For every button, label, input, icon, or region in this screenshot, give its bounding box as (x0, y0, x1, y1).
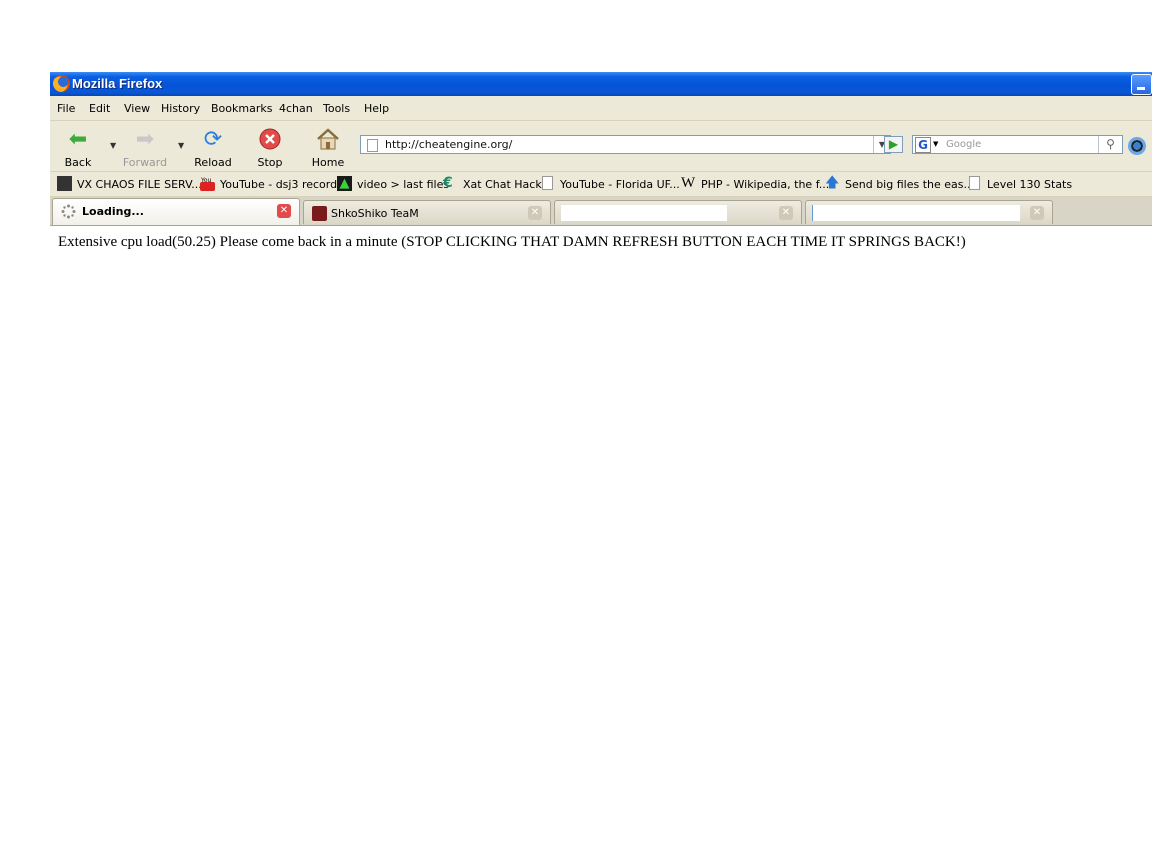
page-content: Extensive cpu load(50.25) Please come ba… (50, 226, 1152, 864)
tab-blank-4[interactable]: ✕ (805, 200, 1053, 224)
title-bar: Mozilla Firefox (50, 72, 1152, 96)
vx-chaos-icon (57, 176, 72, 191)
back-button[interactable]: ⬅ Back (53, 125, 103, 170)
forward-button[interactable]: ➡ Forward (120, 125, 170, 170)
search-input[interactable]: Google (946, 139, 981, 150)
menu-file[interactable]: File (57, 102, 75, 115)
menu-view[interactable]: View (124, 102, 150, 115)
reload-icon: ⟳ (203, 127, 223, 152)
engine-dropdown-icon[interactable]: ▼ (933, 140, 938, 148)
redacted-tab-title (812, 205, 1020, 221)
bookmarks-toolbar: VX CHAOS FILE SERV... You YouTube - dsj3… (50, 172, 1152, 197)
address-bar[interactable]: http://cheatengine.org/ ▼ (360, 135, 891, 154)
wikipedia-icon: W (681, 175, 696, 191)
xat-icon: € (443, 175, 453, 191)
menu-history[interactable]: History (161, 102, 200, 115)
tab-shkoshiko[interactable]: ShkoShiko TeaM ✕ (303, 200, 551, 224)
bookmark-label: PHP - Wikipedia, the f... (701, 178, 830, 191)
bookmark-label: Level 130 Stats (987, 178, 1073, 191)
page-icon (542, 176, 553, 190)
back-label: Back (64, 156, 92, 169)
search-bar[interactable]: G ▼ Google ⚲ (912, 135, 1123, 154)
close-tab-icon[interactable]: ✕ (1030, 206, 1044, 220)
tab-blank-3[interactable]: ✕ (554, 200, 802, 224)
shkoshiko-favicon-icon (312, 206, 327, 221)
stop-icon (259, 128, 281, 156)
tab-label: Loading... (82, 205, 144, 218)
bookmark-label: YouTube - dsj3 records (220, 178, 343, 191)
home-button[interactable]: Home (303, 125, 353, 169)
firefox-logo-icon (53, 75, 70, 92)
error-message: Extensive cpu load(50.25) Please come ba… (58, 234, 966, 250)
minimize-button[interactable] (1131, 74, 1152, 95)
bookmark-label: VX CHAOS FILE SERV... (77, 178, 202, 191)
address-input[interactable]: http://cheatengine.org/ (385, 138, 512, 151)
menu-tools[interactable]: Tools (323, 102, 350, 115)
page-icon (367, 139, 378, 152)
window-title: Mozilla Firefox (72, 76, 163, 91)
anime-a-icon: ▲ (337, 176, 352, 191)
back-history-dropdown-icon[interactable]: ▼ (110, 141, 116, 150)
firefox-window: Mozilla Firefox File Edit View History B… (50, 72, 1152, 864)
home-label: Home (311, 156, 345, 169)
bookmark-label: video > last files (357, 178, 450, 191)
loading-spinner-icon (61, 204, 76, 219)
menu-help[interactable]: Help (364, 102, 389, 115)
tab-loading[interactable]: Loading... ✕ (52, 198, 300, 225)
close-tab-icon[interactable]: ✕ (277, 204, 291, 218)
svg-text:You: You (200, 177, 212, 184)
back-arrow-icon: ⬅ (68, 127, 88, 152)
reload-button[interactable]: ⟳ Reload (188, 125, 238, 170)
throbber-icon[interactable] (1128, 137, 1146, 155)
close-tab-icon[interactable]: ✕ (528, 206, 542, 220)
forward-arrow-icon: ➡ (135, 127, 155, 152)
search-icon[interactable]: ⚲ (1098, 136, 1122, 153)
bookmark-label: YouTube - Florida UF... (560, 178, 680, 191)
menu-bar: File Edit View History Bookmarks 4chan T… (50, 96, 1152, 121)
go-button[interactable]: ▶ (884, 136, 903, 153)
navigation-toolbar: ⬅ Back ▼ ➡ Forward ▼ ⟳ Reload Stop Home (50, 121, 1152, 172)
page-icon (969, 176, 980, 190)
menu-4chan[interactable]: 4chan (279, 102, 313, 115)
bookmark-label: Xat Chat Hack (463, 178, 542, 191)
redacted-tab-title (561, 205, 727, 221)
reload-label: Reload (194, 156, 232, 169)
google-engine-icon[interactable]: G (915, 137, 931, 153)
menu-edit[interactable]: Edit (89, 102, 110, 115)
bookmark-label: Send big files the eas... (845, 178, 974, 191)
forward-history-dropdown-icon[interactable]: ▼ (178, 141, 184, 150)
forward-label: Forward (122, 156, 168, 169)
upload-arrow-icon: 🡅 (825, 175, 840, 191)
tab-label: ShkoShiko TeaM (331, 207, 419, 220)
menu-bookmarks[interactable]: Bookmarks (211, 102, 272, 115)
stop-button[interactable]: Stop (245, 125, 295, 169)
tab-bar: Loading... ✕ ShkoShiko TeaM ✕ ✕ ✕ (50, 197, 1152, 226)
close-tab-icon[interactable]: ✕ (779, 206, 793, 220)
youtube-icon: You (200, 176, 215, 191)
home-icon (316, 128, 340, 156)
stop-label: Stop (257, 156, 283, 169)
